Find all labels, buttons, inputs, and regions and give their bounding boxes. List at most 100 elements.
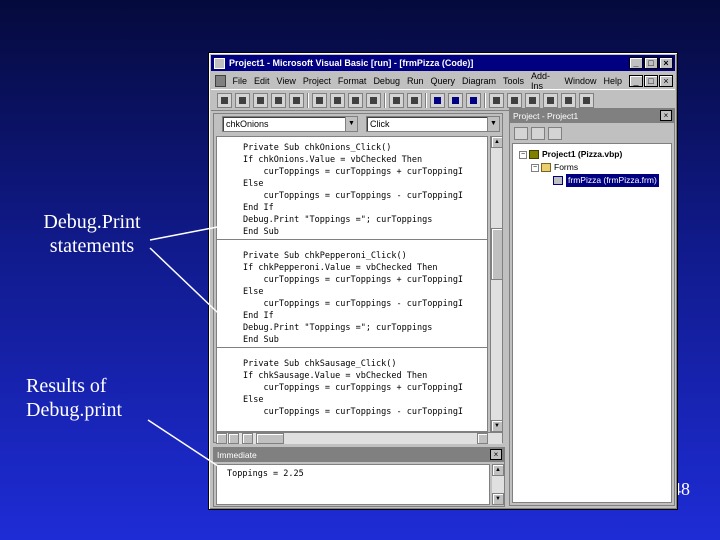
code-editor[interactable]: Private Sub chkOnions_Click() If chkOnio… [216,136,488,432]
object-combo-value: chkOnions [226,119,269,129]
save-project-icon[interactable] [289,92,304,108]
add-form-icon[interactable] [235,92,250,108]
menu-addins[interactable]: Add-Ins [531,71,557,91]
toolbar-separator [307,92,309,108]
scroll-right-icon[interactable] [477,433,488,444]
results-label: Results of Debug.print [26,375,123,421]
code-vertical-scrollbar[interactable]: ▲ ▼ [490,136,503,432]
code-line: If chkOnions.Value = vbChecked Then [243,155,423,165]
maximize-button[interactable]: □ [644,57,658,69]
properties-window-icon[interactable] [507,92,522,108]
immediate-window: Immediate × Toppings = 2.25 ▲ ▼ [213,447,505,507]
collapse-icon[interactable]: − [519,150,527,159]
procedure-block-pepperoni: Private Sub chkPepperoni_Click() If chkP… [217,240,487,348]
code-line: End Sub [243,227,279,237]
code-line: Else [243,395,264,405]
code-line: Private Sub chkPepperoni_Click() [243,251,407,261]
title-bar[interactable]: Project1 - Microsoft Visual Basic [run] … [211,55,675,71]
tree-project-label: Project1 (Pizza.vbp) [542,149,623,159]
immediate-vertical-scrollbar[interactable]: ▲ ▼ [492,464,504,505]
vb-ide-window: Project1 - Microsoft Visual Basic [run] … [208,52,678,510]
scroll-down-icon[interactable]: ▼ [491,420,503,432]
start-icon[interactable] [430,92,445,108]
menu-help[interactable]: Help [603,76,622,86]
immediate-output[interactable]: Toppings = 2.25 [216,464,490,505]
code-line: curToppings = curToppings - curToppingI [243,191,464,201]
minimize-button[interactable]: _ [629,57,643,69]
menu-file[interactable]: File [233,76,248,86]
tree-item-project[interactable]: − Project1 (Pizza.vbp) [513,148,671,161]
collapse-icon[interactable]: − [531,163,539,172]
menu-editor-icon[interactable] [253,92,268,108]
undo-icon[interactable] [389,92,404,108]
scroll-left-icon[interactable] [242,433,253,444]
toolbox-icon[interactable] [561,92,576,108]
child-minimize-button[interactable]: _ [629,74,643,87]
object-combo[interactable]: chkOnions ▼ [222,116,358,132]
toolbar-separator [384,92,386,108]
data-view-icon[interactable] [579,92,594,108]
copy-icon[interactable] [330,92,345,108]
menu-debug[interactable]: Debug [373,76,400,86]
immediate-window-title[interactable]: Immediate × [214,448,504,462]
add-project-icon[interactable] [217,92,232,108]
view-code-icon[interactable] [514,126,528,140]
break-icon[interactable] [448,92,463,108]
full-module-view-icon[interactable] [228,433,239,444]
cut-icon[interactable] [312,92,327,108]
find-icon[interactable] [366,92,381,108]
scroll-thumb[interactable] [491,228,503,280]
menu-format[interactable]: Format [338,76,367,86]
close-icon[interactable]: × [490,449,502,460]
code-line: curToppings = curToppings + curToppingI [243,383,464,393]
scroll-down-icon[interactable]: ▼ [492,493,504,505]
project-explorer-title[interactable]: Project - Project1 × [510,109,674,123]
code-line: curToppings = curToppings - curToppingI [243,407,464,417]
child-restore-button[interactable]: □ [644,74,658,87]
toolbar-separator [484,92,486,108]
view-object-icon[interactable] [531,126,545,140]
project-explorer-icon[interactable] [489,92,504,108]
code-line: End Sub [243,335,279,345]
folder-icon [541,163,551,172]
menu-diagram[interactable]: Diagram [462,76,496,86]
project-tree[interactable]: − Project1 (Pizza.vbp) − Forms frmPizza … [512,143,672,503]
scroll-up-icon[interactable]: ▲ [491,136,503,148]
open-project-icon[interactable] [271,92,286,108]
toggle-folders-icon[interactable] [548,126,562,140]
procedure-combo[interactable]: Click ▼ [366,116,500,132]
menu-edit[interactable]: Edit [254,76,270,86]
chevron-down-icon[interactable]: ▼ [487,117,499,131]
menu-bar: File Edit View Project Format Debug Run … [211,71,675,91]
window-title: Project1 - Microsoft Visual Basic [run] … [229,58,474,68]
child-close-button[interactable]: × [659,74,673,87]
menu-query[interactable]: Query [430,76,455,86]
close-icon[interactable]: × [660,110,672,121]
code-window-icon[interactable] [215,74,226,87]
paste-icon[interactable] [348,92,363,108]
code-horizontal-scrollbar[interactable] [216,432,502,444]
end-icon[interactable] [466,92,481,108]
debug-print-line: Debug.Print "Toppings ="; curToppings [243,323,433,333]
object-browser-icon[interactable] [543,92,558,108]
code-line: If chkSausage.Value = vbChecked Then [243,371,428,381]
close-button[interactable]: × [659,57,673,69]
tree-item-forms[interactable]: − Forms [513,161,671,174]
immediate-window-title-text: Immediate [217,450,257,460]
redo-icon[interactable] [407,92,422,108]
procedure-view-icon[interactable] [216,433,227,444]
menu-window[interactable]: Window [564,76,596,86]
tree-folder-label: Forms [554,162,579,172]
debug-print-line: Debug.Print "Toppings ="; curToppings [243,215,433,225]
horizontal-scroll-thumb[interactable] [256,433,284,444]
scroll-up-icon[interactable]: ▲ [492,464,504,476]
menu-run[interactable]: Run [407,76,424,86]
chevron-down-icon[interactable]: ▼ [345,117,357,131]
menu-view[interactable]: View [277,76,296,86]
code-line: curToppings = curToppings + curToppingI [243,167,464,177]
menu-tools[interactable]: Tools [503,76,524,86]
tree-item-form[interactable]: frmPizza (frmPizza.frm) [513,174,671,187]
form-layout-icon[interactable] [525,92,540,108]
menu-project[interactable]: Project [303,76,331,86]
code-line: Private Sub chkOnions_Click() [243,143,392,153]
